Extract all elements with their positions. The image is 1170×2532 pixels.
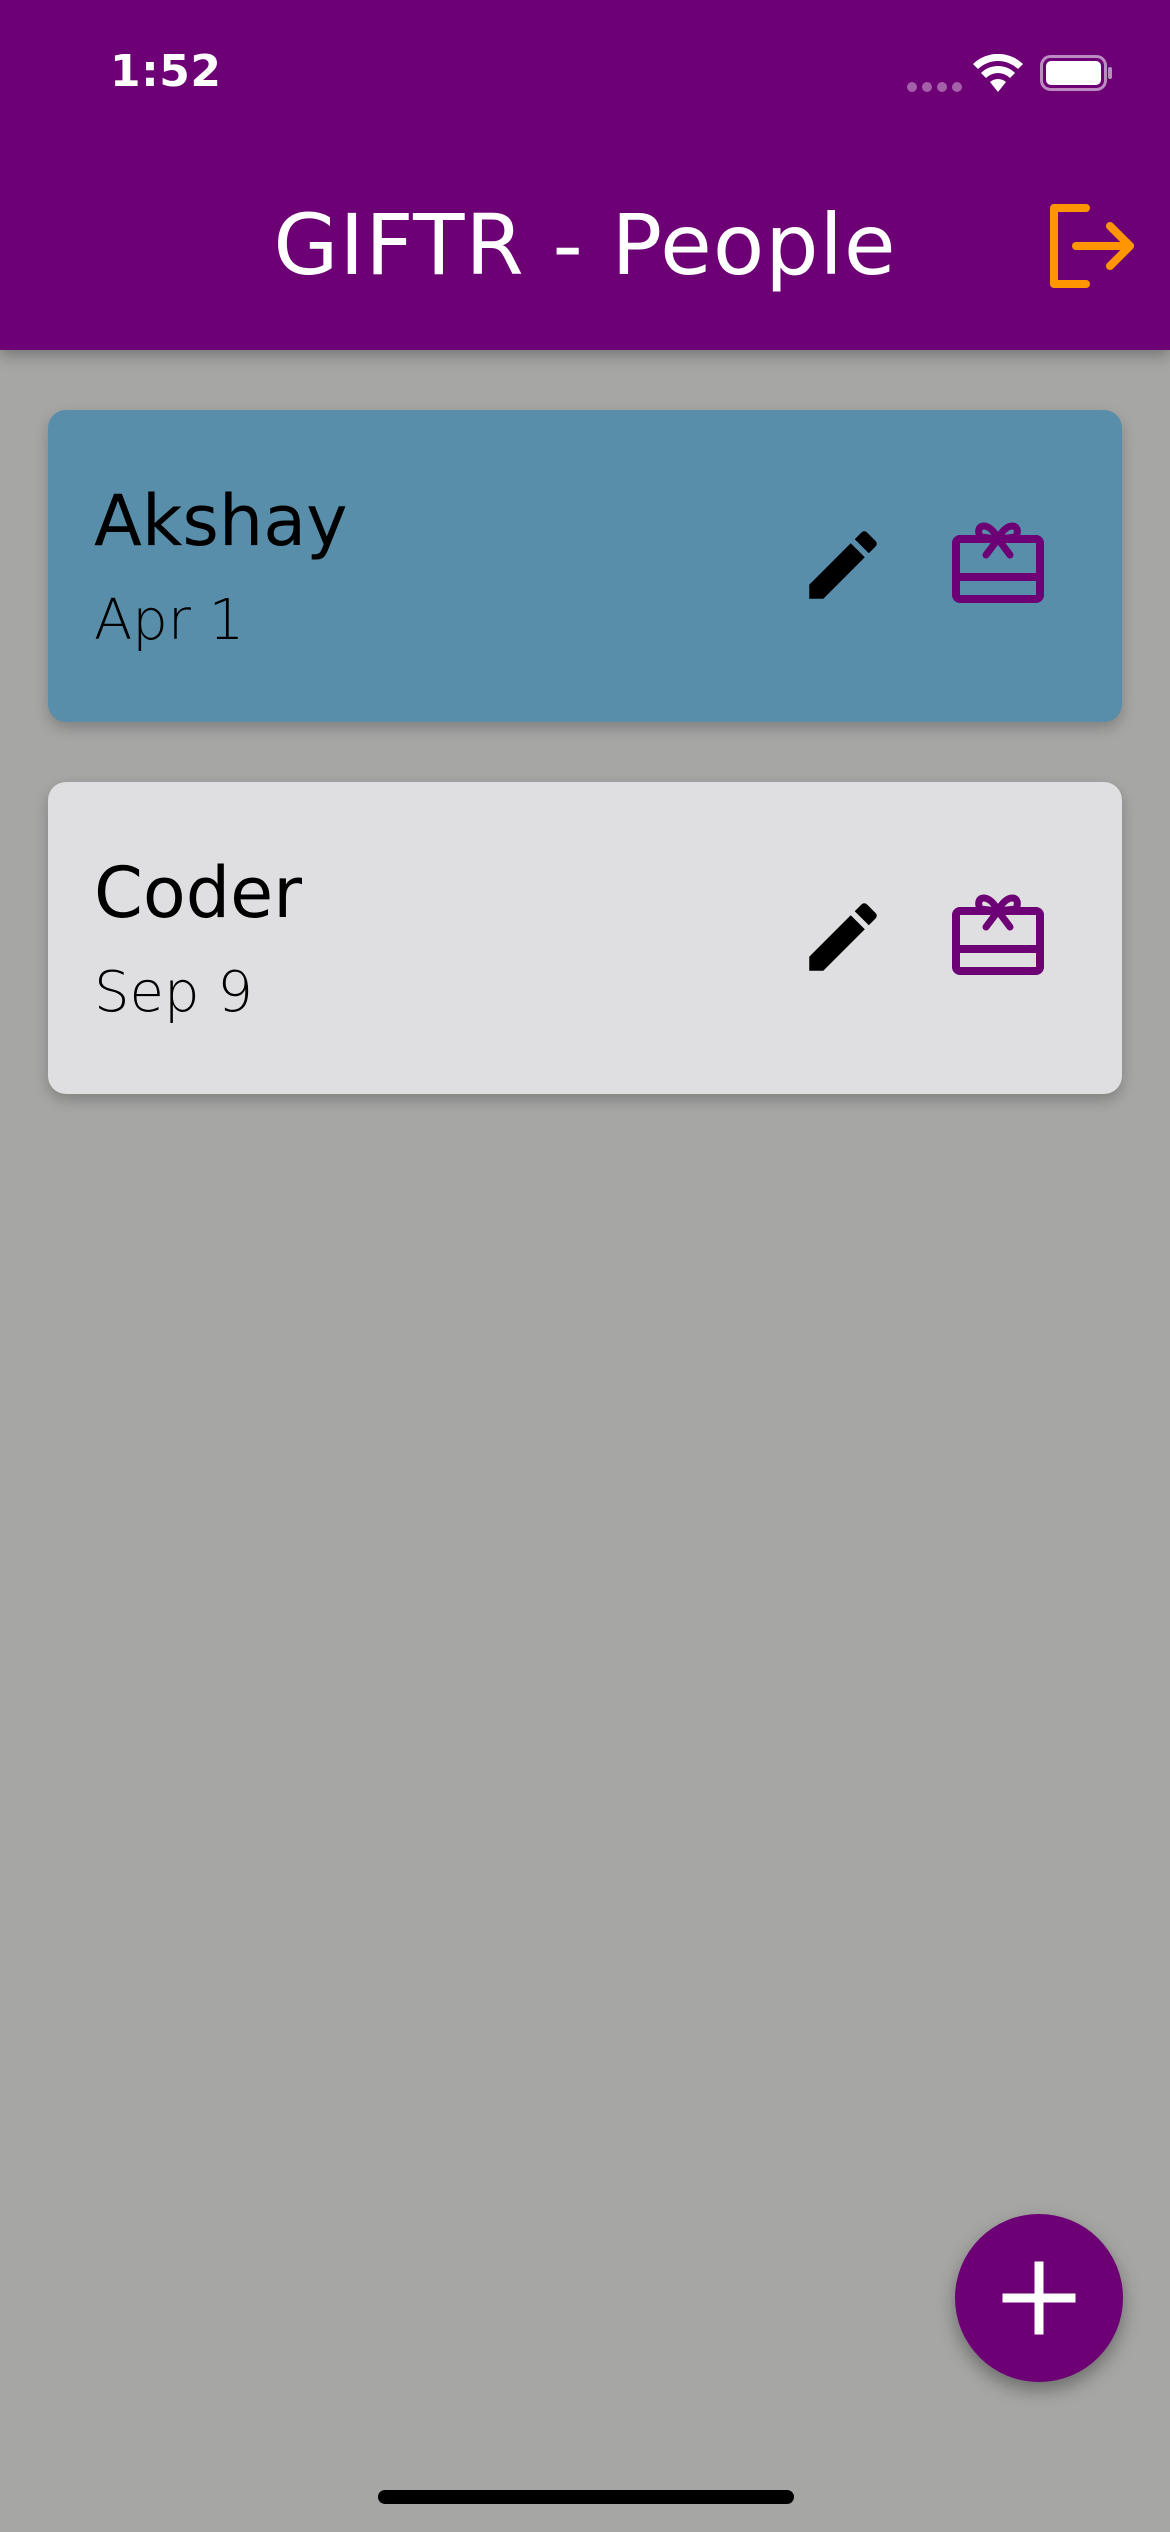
logout-button[interactable] xyxy=(1040,196,1140,296)
person-birthday: Sep 9 xyxy=(94,960,253,1025)
gift-card-icon xyxy=(952,522,1044,603)
person-name: Akshay xyxy=(94,480,348,562)
battery-icon xyxy=(1040,55,1112,91)
edit-person-button[interactable] xyxy=(798,892,888,982)
view-gifts-button[interactable] xyxy=(948,515,1048,615)
add-person-button[interactable] xyxy=(955,2214,1123,2382)
pencil-icon xyxy=(809,903,877,971)
person-name: Coder xyxy=(94,852,302,934)
pencil-icon xyxy=(809,531,877,599)
cellular-signal-icon xyxy=(907,82,962,92)
page-title: GIFTR - People xyxy=(273,196,897,294)
view-gifts-button[interactable] xyxy=(948,887,1048,987)
person-card[interactable]: Coder Sep 9 xyxy=(48,782,1122,1094)
gift-card-icon xyxy=(952,894,1044,975)
logout-icon xyxy=(1050,204,1134,288)
plus-icon xyxy=(1002,2261,1076,2335)
status-time: 1:52 xyxy=(110,46,222,97)
wifi-icon xyxy=(973,54,1023,92)
person-card[interactable]: Akshay Apr 1 xyxy=(48,410,1122,722)
app-bar: 1:52 GIFTR - People xyxy=(0,0,1170,350)
person-birthday: Apr 1 xyxy=(94,588,245,653)
home-indicator[interactable] xyxy=(378,2490,794,2504)
edit-person-button[interactable] xyxy=(798,520,888,610)
